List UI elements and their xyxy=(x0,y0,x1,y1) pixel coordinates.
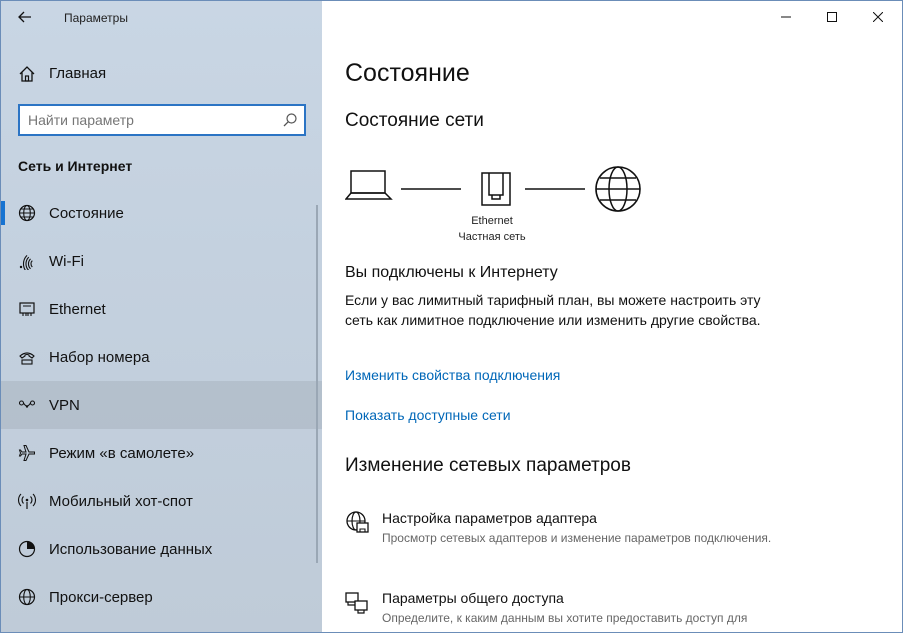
home-button[interactable]: Главная xyxy=(1,53,322,93)
maximize-button[interactable] xyxy=(809,1,855,33)
internet-globe-icon xyxy=(595,166,641,212)
sidebar-item-label: Прокси-сервер xyxy=(49,589,153,606)
sharing-icon xyxy=(345,592,368,614)
connection-status-title: Вы подключены к Интернету xyxy=(345,264,558,281)
dialup-icon xyxy=(19,352,35,365)
change-network-settings-title: Изменение сетевых параметров xyxy=(345,455,631,476)
sidebar-item-data-usage[interactable]: Использование данных xyxy=(1,525,322,573)
airplane-icon xyxy=(18,445,35,461)
connection-status-description: Если у вас лимитный тарифный план, вы мо… xyxy=(345,292,761,328)
sidebar-item-label: Использование данных xyxy=(49,541,213,558)
close-button[interactable] xyxy=(855,1,901,33)
minimize-icon xyxy=(781,16,791,18)
adapter-icon xyxy=(346,511,369,533)
home-label: Главная xyxy=(49,65,107,82)
sidebar-item-label: Wi-Fi xyxy=(49,253,84,270)
main-content: Состояние Состояние сети Ethernet Частна… xyxy=(322,1,902,632)
app-title: Параметры xyxy=(64,11,128,25)
option-title: Параметры общего доступа xyxy=(382,590,564,606)
hotspot-icon xyxy=(18,493,36,509)
active-indicator xyxy=(1,201,5,225)
sidebar-item-label: Состояние xyxy=(49,205,124,222)
search-input[interactable] xyxy=(28,111,278,129)
sidebar-item-ethernet[interactable]: Ethernet xyxy=(1,285,322,333)
change-connection-properties-link[interactable]: Изменить свойства подключения xyxy=(345,367,560,383)
sidebar-item-proxy[interactable]: Прокси-сервер xyxy=(1,573,322,621)
network-status-title: Состояние сети xyxy=(345,110,484,131)
sidebar-item-label: Набор номера xyxy=(49,349,150,366)
sidebar-item-status[interactable]: Состояние xyxy=(1,189,322,237)
option-description: Определите, к каким данным вы хотите пре… xyxy=(382,611,748,625)
home-icon xyxy=(19,66,35,82)
sidebar-item-dialup[interactable]: Набор номера xyxy=(1,333,322,381)
sidebar: Параметры Главная Сеть и Интернет Состоя… xyxy=(1,1,322,632)
show-available-networks-link[interactable]: Показать доступные сети xyxy=(345,407,511,423)
ethernet-icon xyxy=(19,302,35,316)
maximize-icon xyxy=(827,12,837,22)
search-icon[interactable] xyxy=(282,112,298,128)
sidebar-item-label: Ethernet xyxy=(49,301,106,318)
sidebar-item-label: Режим «в самолете» xyxy=(49,445,195,462)
ethernet-port-icon xyxy=(481,172,511,206)
adapter-options-item[interactable]: Настройка параметров адаптера Просмотр с… xyxy=(345,510,805,566)
sidebar-scrollbar[interactable] xyxy=(316,205,318,563)
sidebar-item-label: VPN xyxy=(49,397,80,414)
sidebar-nav: Состояние Wi-Fi Ethernet Набор номера VP… xyxy=(1,189,322,621)
back-button[interactable] xyxy=(9,5,41,29)
sidebar-item-airplane[interactable]: Режим «в самолете» xyxy=(1,429,322,477)
search-box[interactable] xyxy=(18,104,306,136)
minimize-button[interactable] xyxy=(763,1,809,33)
option-description: Просмотр сетевых адаптеров и изменение п… xyxy=(382,531,772,545)
vpn-icon xyxy=(18,400,36,408)
sidebar-item-hotspot[interactable]: Мобильный хот-спот xyxy=(1,477,322,525)
sharing-options-item[interactable]: Параметры общего доступа Определите, к к… xyxy=(345,590,805,630)
sidebar-item-vpn[interactable]: VPN xyxy=(1,381,322,429)
close-icon xyxy=(873,12,883,22)
settings-window: Параметры Главная Сеть и Интернет Состоя… xyxy=(0,0,903,633)
option-title: Настройка параметров адаптера xyxy=(382,510,597,526)
wifi-icon xyxy=(19,254,33,270)
globe-icon xyxy=(18,588,36,606)
network-type-label: Частная сеть xyxy=(458,231,526,243)
sidebar-item-wifi[interactable]: Wi-Fi xyxy=(1,237,322,285)
adapter-name-label: Ethernet xyxy=(471,215,513,227)
data-usage-icon xyxy=(18,540,36,558)
back-arrow-icon xyxy=(18,11,31,23)
sidebar-item-label: Мобильный хот-спот xyxy=(49,493,193,510)
page-title: Состояние xyxy=(345,59,470,87)
section-title: Сеть и Интернет xyxy=(18,158,133,174)
laptop-icon xyxy=(345,170,393,200)
globe-status-icon xyxy=(18,204,36,222)
